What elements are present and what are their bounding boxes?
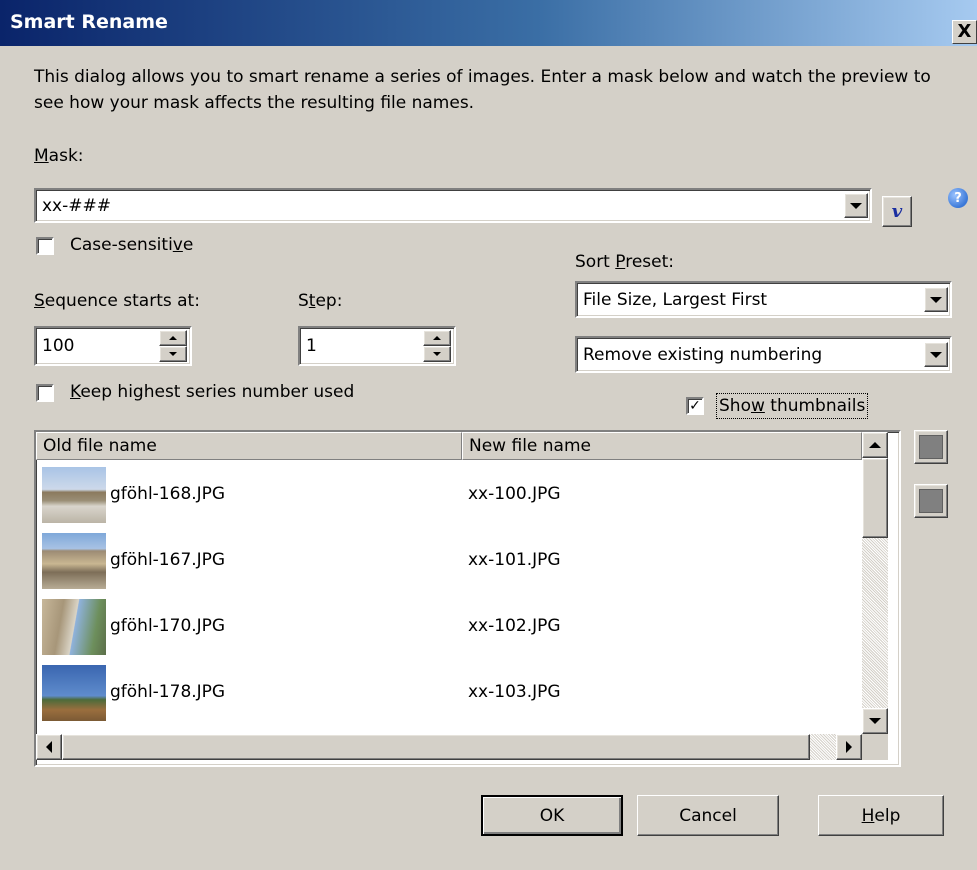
variable-icon: v — [891, 201, 903, 222]
sort-preset-select[interactable]: File Size, Largest First — [575, 281, 952, 318]
arrow-up-icon — [169, 336, 177, 340]
new-file-name: xx-102.JPG — [468, 616, 561, 636]
step-input[interactable]: 1 — [306, 336, 317, 356]
scroll-thumb-vertical[interactable] — [862, 458, 888, 538]
move-down-button[interactable] — [914, 484, 948, 518]
list-row[interactable]: gföhl-170.JPG xx-102.JPG — [36, 594, 860, 660]
checkmark-icon: ✓ — [689, 398, 701, 414]
sequence-input[interactable]: 100 — [42, 336, 74, 356]
numbering-value: Remove existing numbering — [583, 344, 823, 365]
variables-button[interactable]: v — [882, 196, 912, 227]
case-sensitive-label: Case-sensitive — [70, 235, 194, 255]
show-thumbnails-checkbox[interactable]: ✓ — [686, 397, 704, 415]
arrow-down-icon — [433, 352, 441, 356]
new-file-name: xx-101.JPG — [468, 550, 561, 570]
step-label: Step: — [298, 291, 343, 311]
sort-preset-dropdown-button[interactable] — [924, 287, 948, 312]
mask-dropdown-button[interactable] — [844, 193, 868, 218]
step-spinbox[interactable]: 1 — [298, 326, 456, 366]
scroll-up-button[interactable] — [862, 432, 888, 458]
arrow-up-icon — [869, 442, 881, 448]
scroll-corner — [862, 734, 888, 760]
old-file-name: gföhl-178.JPG — [110, 682, 226, 702]
numbering-select[interactable]: Remove existing numbering — [575, 336, 952, 373]
sequence-label: Sequence starts at: — [34, 291, 200, 311]
list-row[interactable]: gföhl-178.JPG xx-103.JPG — [36, 660, 860, 726]
show-thumbnails-label: Show thumbnails — [716, 393, 869, 419]
cancel-button[interactable]: Cancel — [637, 795, 779, 836]
rename-preview-list[interactable]: Old file name New file name gföhl-168.JP… — [34, 430, 901, 767]
close-icon: X — [957, 21, 972, 42]
description-text: This dialog allows you to smart rename a… — [34, 67, 931, 113]
column-header-new[interactable]: New file name — [462, 432, 862, 460]
move-up-icon — [919, 435, 943, 459]
vertical-scrollbar[interactable] — [862, 432, 888, 734]
new-file-name: xx-103.JPG — [468, 682, 561, 702]
sort-preset-value: File Size, Largest First — [583, 289, 768, 310]
chevron-down-icon — [930, 296, 942, 303]
ok-button[interactable]: OK — [481, 795, 623, 836]
scroll-track-horizontal[interactable] — [810, 734, 836, 760]
arrow-left-icon — [46, 741, 52, 753]
old-file-name: gföhl-170.JPG — [110, 616, 226, 636]
sequence-down-button[interactable] — [159, 346, 187, 362]
sequence-up-button[interactable] — [159, 330, 187, 346]
list-row[interactable]: gföhl-168.JPG xx-100.JPG — [36, 462, 860, 528]
thumbnail-image — [42, 599, 106, 655]
arrow-down-icon — [869, 718, 881, 724]
scroll-right-button[interactable] — [836, 734, 862, 760]
close-button[interactable]: X — [952, 20, 977, 44]
move-down-icon — [919, 489, 943, 513]
arrow-down-icon — [169, 352, 177, 356]
scroll-thumb-horizontal[interactable] — [62, 734, 810, 760]
step-up-button[interactable] — [423, 330, 451, 346]
numbering-dropdown-button[interactable] — [924, 342, 948, 367]
old-file-name: gföhl-167.JPG — [110, 550, 226, 570]
old-file-name: gföhl-168.JPG — [110, 484, 226, 504]
move-up-button[interactable] — [914, 430, 948, 464]
help-icon[interactable]: ? — [948, 188, 968, 208]
mask-combobox[interactable]: xx-### — [34, 188, 872, 223]
list-row[interactable]: gföhl-167.JPG xx-101.JPG — [36, 528, 860, 594]
case-sensitive-checkbox[interactable] — [36, 237, 54, 255]
step-down-button[interactable] — [423, 346, 451, 362]
keep-highest-label: Keep highest series number used — [70, 382, 355, 402]
scroll-left-button[interactable] — [36, 734, 62, 760]
help-button[interactable]: Help — [818, 795, 944, 836]
mask-label: Mask: — [34, 146, 84, 166]
thumbnail-image — [42, 665, 106, 721]
chevron-down-icon — [930, 351, 942, 358]
horizontal-scrollbar[interactable] — [36, 734, 862, 760]
thumbnail-image — [42, 467, 106, 523]
arrow-up-icon — [433, 336, 441, 340]
keep-highest-checkbox[interactable] — [36, 384, 54, 402]
sequence-spinbox[interactable]: 100 — [34, 326, 192, 366]
window-title: Smart Rename — [10, 11, 168, 33]
mask-input[interactable]: xx-### — [42, 196, 111, 216]
new-file-name: xx-100.JPG — [468, 484, 561, 504]
arrow-right-icon — [846, 741, 852, 753]
thumbnail-image — [42, 533, 106, 589]
chevron-down-icon — [850, 202, 862, 209]
column-header-old[interactable]: Old file name — [36, 432, 462, 460]
scroll-down-button[interactable] — [862, 708, 888, 734]
sort-preset-label: Sort Preset: — [575, 252, 675, 272]
